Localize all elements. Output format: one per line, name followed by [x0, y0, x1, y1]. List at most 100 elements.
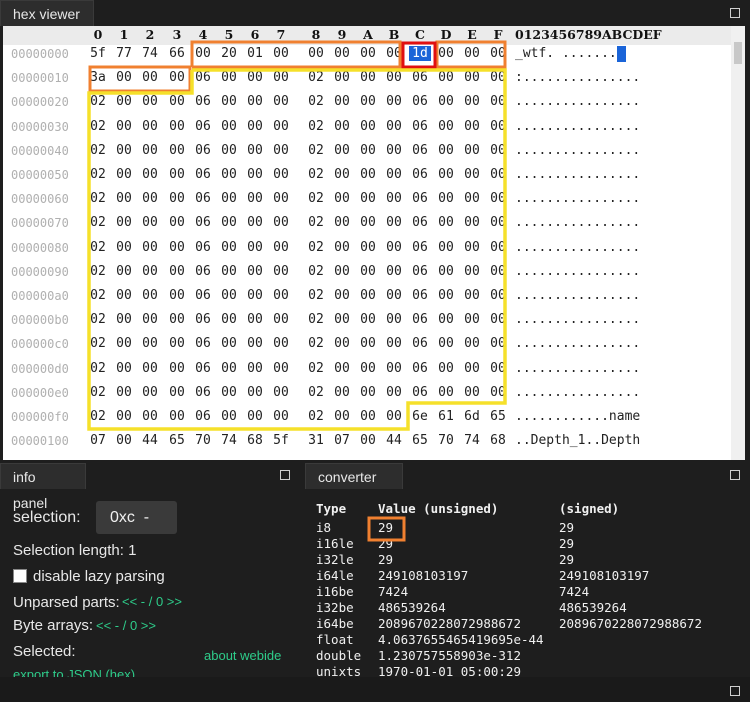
hex-byte[interactable]: 00	[218, 143, 240, 158]
hex-byte[interactable]: 00	[113, 409, 135, 424]
hex-byte[interactable]: 00	[383, 215, 405, 230]
hex-byte[interactable]: 00	[166, 215, 188, 230]
hex-byte[interactable]: 00	[218, 191, 240, 206]
hex-byte[interactable]: 00	[113, 70, 135, 85]
hex-byte[interactable]: 00	[357, 143, 379, 158]
hex-byte[interactable]: 02	[305, 143, 327, 158]
disable-lazy-parsing-checkbox[interactable]	[13, 569, 27, 583]
hex-byte[interactable]: 00	[139, 167, 161, 182]
hex-byte[interactable]: 00	[331, 119, 353, 134]
hex-byte[interactable]: 00	[357, 264, 379, 279]
hex-byte[interactable]: 00	[166, 167, 188, 182]
hex-byte[interactable]: 00	[357, 409, 379, 424]
hex-byte[interactable]: 00	[383, 409, 405, 424]
hex-byte[interactable]: 02	[87, 409, 109, 424]
hex-byte[interactable]: 00	[435, 143, 457, 158]
hex-byte[interactable]: 02	[305, 240, 327, 255]
hex-byte[interactable]: 06	[192, 312, 214, 327]
hex-byte[interactable]: 00	[244, 336, 266, 351]
hex-byte[interactable]: 00	[487, 361, 509, 376]
hex-byte[interactable]: 00	[461, 70, 483, 85]
hex-byte[interactable]: 00	[461, 264, 483, 279]
hex-byte[interactable]: 00	[218, 94, 240, 109]
hex-byte[interactable]: 06	[192, 70, 214, 85]
hex-byte[interactable]: 00	[331, 385, 353, 400]
hex-byte[interactable]: 06	[192, 167, 214, 182]
hex-byte[interactable]: 00	[357, 167, 379, 182]
hex-byte[interactable]: 00	[244, 94, 266, 109]
hex-byte[interactable]: 00	[487, 70, 509, 85]
hex-byte[interactable]: 00	[487, 143, 509, 158]
hex-byte[interactable]: 00	[244, 288, 266, 303]
hex-byte[interactable]: 00	[435, 119, 457, 134]
hex-byte[interactable]: 70	[192, 433, 214, 448]
hex-byte[interactable]: 00	[270, 385, 292, 400]
hex-byte[interactable]: 00	[357, 46, 379, 61]
hex-byte[interactable]: 00	[331, 361, 353, 376]
hex-byte[interactable]: 00	[218, 70, 240, 85]
hex-byte[interactable]: 00	[357, 433, 379, 448]
hex-byte[interactable]: 00	[357, 312, 379, 327]
hex-byte[interactable]: 02	[305, 215, 327, 230]
ascii-text[interactable]: :...............	[515, 70, 640, 85]
hex-scrollbar[interactable]	[731, 26, 745, 460]
hex-byte[interactable]: 02	[87, 94, 109, 109]
hex-byte[interactable]: 00	[383, 191, 405, 206]
hex-byte[interactable]: 00	[244, 264, 266, 279]
hex-byte[interactable]: 00	[166, 119, 188, 134]
hex-byte[interactable]: 00	[218, 240, 240, 255]
hex-byte[interactable]: 5f	[87, 46, 109, 61]
hex-byte[interactable]: 3a	[87, 70, 109, 85]
hex-byte[interactable]: 00	[331, 215, 353, 230]
hex-byte[interactable]: 00	[166, 385, 188, 400]
about-webide-link[interactable]: about webide	[204, 648, 281, 663]
hex-byte[interactable]: 01	[244, 46, 266, 61]
hex-byte[interactable]: 00	[244, 361, 266, 376]
ascii-text[interactable]: ................	[515, 312, 640, 327]
hex-byte[interactable]: 00	[139, 288, 161, 303]
hex-byte[interactable]: 00	[357, 336, 379, 351]
hex-byte[interactable]: 00	[270, 143, 292, 158]
hex-byte[interactable]: 00	[461, 336, 483, 351]
hex-byte[interactable]: 00	[487, 336, 509, 351]
hex-byte[interactable]: 00	[113, 264, 135, 279]
hex-byte[interactable]: 00	[166, 312, 188, 327]
hex-byte[interactable]: 00	[270, 288, 292, 303]
hex-byte[interactable]: 00	[435, 240, 457, 255]
hex-byte[interactable]: 00	[270, 70, 292, 85]
hex-byte[interactable]: 00	[166, 70, 188, 85]
hex-byte[interactable]: 00	[244, 409, 266, 424]
hex-byte[interactable]: 02	[305, 191, 327, 206]
hex-byte[interactable]: 68	[244, 433, 266, 448]
hex-byte[interactable]: 00	[357, 361, 379, 376]
hex-byte[interactable]: 02	[87, 312, 109, 327]
hex-byte[interactable]: 00	[487, 312, 509, 327]
byte-arrays-nav[interactable]: << - / 0 >>	[96, 618, 156, 633]
hex-byte[interactable]: 00	[139, 191, 161, 206]
hex-byte[interactable]: 00	[357, 215, 379, 230]
hex-byte[interactable]: 02	[87, 119, 109, 134]
hex-byte[interactable]: 06	[192, 409, 214, 424]
hex-byte[interactable]: 00	[113, 336, 135, 351]
hex-byte[interactable]: 00	[218, 409, 240, 424]
hex-byte[interactable]: 06	[192, 119, 214, 134]
hex-byte[interactable]: 00	[166, 361, 188, 376]
hex-byte[interactable]: 00	[357, 240, 379, 255]
hex-byte[interactable]: 02	[305, 167, 327, 182]
hex-byte[interactable]: 00	[218, 119, 240, 134]
hex-byte[interactable]: 02	[87, 336, 109, 351]
hex-byte[interactable]: 00	[461, 215, 483, 230]
hex-byte[interactable]: 74	[461, 433, 483, 448]
hex-byte[interactable]: 00	[244, 70, 266, 85]
hex-byte[interactable]: 68	[487, 433, 509, 448]
hex-byte[interactable]: 06	[192, 336, 214, 351]
hex-byte[interactable]: 00	[357, 119, 379, 134]
hex-byte[interactable]: 00	[357, 94, 379, 109]
hex-byte[interactable]: 02	[87, 215, 109, 230]
ascii-text[interactable]: ..Depth_1..Depth	[515, 433, 640, 448]
hex-byte[interactable]: 00	[244, 191, 266, 206]
hex-byte[interactable]: 02	[305, 385, 327, 400]
hex-byte[interactable]: 00	[461, 288, 483, 303]
maximize-icon[interactable]	[730, 686, 740, 696]
hex-byte[interactable]: 00	[461, 361, 483, 376]
